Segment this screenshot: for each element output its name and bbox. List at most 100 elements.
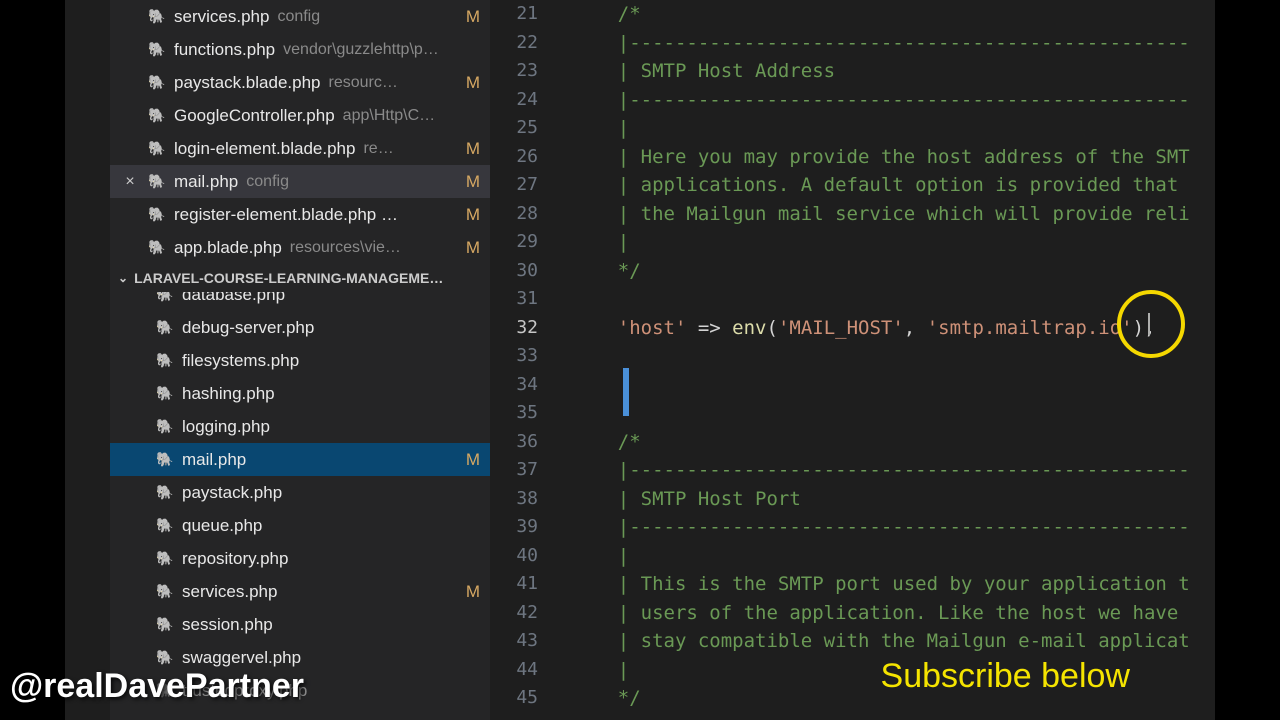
line-number: 26 [490, 143, 538, 172]
file-item[interactable]: 🐘repository.php [110, 542, 490, 575]
line-number: 30 [490, 257, 538, 286]
file-name: mail.php [174, 172, 238, 192]
file-name: logging.php [182, 417, 270, 437]
explorer-section-header[interactable]: ⌄ LARAVEL-COURSE-LEARNING-MANAGEME… [110, 264, 490, 292]
workspace: ×🐘services.php configM×🐘functions.php ve… [65, 0, 1215, 720]
php-file-icon: 🐘 [148, 41, 166, 58]
line-number: 24 [490, 86, 538, 115]
code-line[interactable]: */ [572, 257, 1215, 286]
php-file-icon: 🐘 [156, 385, 174, 402]
line-number: 42 [490, 599, 538, 628]
file-path: app\Http\C… [343, 107, 435, 125]
code-line[interactable]: | applications. A default option is prov… [572, 171, 1215, 200]
line-gutter: 2122232425262728293031323334353637383940… [490, 0, 560, 720]
git-status: M [466, 582, 480, 602]
open-editor-item[interactable]: ×🐘GoogleController.php app\Http\C… [110, 99, 490, 132]
code-line[interactable]: | stay compatible with the Mailgun e-mai… [572, 627, 1215, 656]
file-item[interactable]: 🐘 services.php M [110, 575, 490, 608]
open-editor-item[interactable]: ×🐘services.php configM [110, 0, 490, 33]
file-name: app.blade.php [174, 238, 282, 258]
code-line[interactable]: /* [572, 428, 1215, 457]
file-path: resources\vie… [290, 239, 401, 257]
code-line[interactable]: | [572, 542, 1215, 571]
php-file-icon: 🐘 [148, 173, 166, 190]
file-path: resourc… [329, 74, 398, 92]
php-file-icon: 🐘 [148, 239, 166, 256]
file-item[interactable]: 🐘mail.phpM [110, 443, 490, 476]
file-name: repository.php [182, 549, 288, 569]
code-line[interactable]: /* [572, 0, 1215, 29]
git-status: M [466, 139, 480, 159]
code-line[interactable]: | the Mailgun mail service which will pr… [572, 200, 1215, 229]
line-number: 32 [490, 314, 538, 343]
code-line[interactable]: | [572, 228, 1215, 257]
code-line[interactable]: |---------------------------------------… [572, 456, 1215, 485]
line-number: 41 [490, 570, 538, 599]
file-item[interactable]: 🐘hashing.php [110, 377, 490, 410]
git-status: M [466, 238, 480, 258]
php-file-icon: 🐘 [148, 107, 166, 124]
code-line[interactable] [572, 371, 1215, 400]
file-name: paystack.php [182, 483, 282, 503]
code-line[interactable]: | users of the application. Like the hos… [572, 599, 1215, 628]
file-name: mail.php [182, 450, 246, 470]
file-item[interactable]: 🐘 session.php [110, 608, 490, 641]
code-line[interactable]: |---------------------------------------… [572, 513, 1215, 542]
line-number: 34 [490, 371, 538, 400]
line-number: 45 [490, 684, 538, 713]
file-list: 🐘database.php🐘debug-server.php🐘filesyste… [110, 292, 490, 707]
file-item[interactable]: 🐘 logging.php [110, 410, 490, 443]
close-icon[interactable]: × [120, 173, 140, 191]
code-line[interactable]: | Here you may provide the host address … [572, 143, 1215, 172]
code-editor[interactable]: /* |------------------------------------… [560, 0, 1215, 720]
file-name: filesystems.php [182, 351, 299, 371]
watermark-handle: @realDavePartner [10, 667, 304, 706]
minimap-marker [623, 368, 629, 416]
code-line[interactable] [572, 342, 1215, 371]
file-name: session.php [182, 615, 273, 635]
php-file-icon: 🐘 [148, 140, 166, 157]
file-item[interactable]: 🐘queue.php [110, 509, 490, 542]
file-name: GoogleController.php [174, 106, 335, 126]
file-name: register-element.blade.php … [174, 205, 398, 225]
php-file-icon: 🐘 [148, 8, 166, 25]
file-path: config [246, 173, 289, 191]
section-title: LARAVEL-COURSE-LEARNING-MANAGEME… [134, 270, 443, 286]
php-file-icon: 🐘 [156, 616, 174, 633]
line-number: 38 [490, 485, 538, 514]
code-line[interactable]: |---------------------------------------… [572, 29, 1215, 58]
php-file-icon: 🐘 [156, 484, 174, 501]
code-line[interactable]: | SMTP Host Address [572, 57, 1215, 86]
php-file-icon: 🐘 [156, 451, 174, 468]
file-name: services.php [182, 582, 277, 602]
file-item[interactable]: 🐘 paystack.php [110, 476, 490, 509]
code-line[interactable] [572, 399, 1215, 428]
file-item[interactable]: 🐘database.php [110, 292, 490, 311]
file-item[interactable]: 🐘filesystems.php [110, 344, 490, 377]
line-number: 37 [490, 456, 538, 485]
php-file-icon: 🐘 [156, 319, 174, 336]
open-editor-item[interactable]: ×🐘app.blade.php resources\vie…M [110, 231, 490, 264]
code-line[interactable]: |---------------------------------------… [572, 86, 1215, 115]
code-line[interactable]: 'host' => env('MAIL_HOST', 'smtp.mailtra… [572, 314, 1215, 343]
line-number: 21 [490, 0, 538, 29]
open-editor-item[interactable]: ×🐘mail.php configM [110, 165, 490, 198]
code-line[interactable]: | This is the SMTP port used by your app… [572, 570, 1215, 599]
line-number: 35 [490, 399, 538, 428]
open-editor-item[interactable]: ×🐘register-element.blade.php …M [110, 198, 490, 231]
file-name: swaggervel.php [182, 648, 301, 668]
open-editor-item[interactable]: ×🐘paystack.blade.php resourc…M [110, 66, 490, 99]
code-line[interactable] [572, 285, 1215, 314]
php-file-icon: 🐘 [156, 583, 174, 600]
open-editor-item[interactable]: ×🐘functions.php vendor\guzzlehttp\p… [110, 33, 490, 66]
line-number: 33 [490, 342, 538, 371]
git-status: M [466, 205, 480, 225]
file-item[interactable]: 🐘 debug-server.php [110, 311, 490, 344]
code-line[interactable]: | [572, 114, 1215, 143]
code-line[interactable]: | SMTP Host Port [572, 485, 1215, 514]
open-editor-item[interactable]: ×🐘login-element.blade.php re…M [110, 132, 490, 165]
php-file-icon: 🐘 [156, 418, 174, 435]
file-name: database.php [182, 292, 285, 305]
chevron-down-icon: ⌄ [118, 271, 128, 285]
file-name: debug-server.php [182, 318, 314, 338]
